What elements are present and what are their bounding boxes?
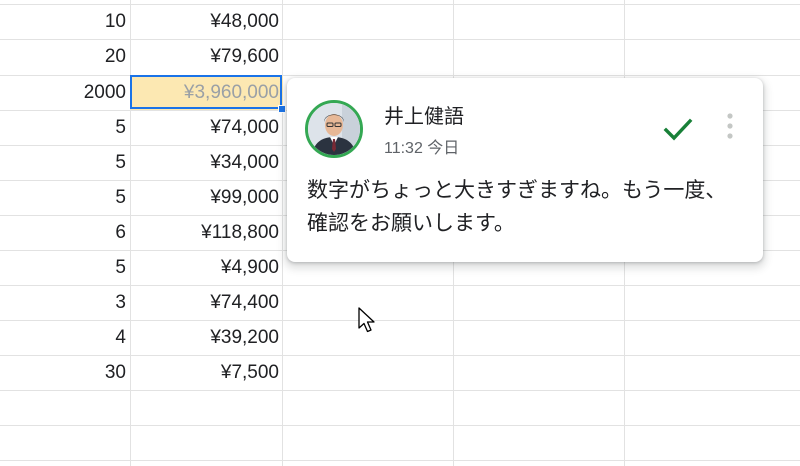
quantity-cell[interactable]: 10: [0, 4, 131, 39]
commented-amount-cell[interactable]: ¥3,960,000: [131, 76, 283, 110]
amount-cell[interactable]: ¥74,000: [131, 110, 283, 145]
avatar: [305, 100, 363, 158]
amount-cell[interactable]: ¥7,500: [131, 355, 283, 390]
fill-handle[interactable]: [278, 105, 286, 113]
quantity-cell[interactable]: 20: [0, 39, 131, 74]
comment-card[interactable]: 井上健語 11:32 今日 数字がちょっと大きすぎますね。もう一度、確認をお願い…: [287, 78, 763, 262]
comment-author: 井上健語: [384, 106, 464, 128]
amount-cell[interactable]: ¥79,600: [131, 39, 283, 74]
amount-cell[interactable]: ¥118,800: [131, 215, 283, 250]
resolve-button[interactable]: [657, 108, 699, 150]
comment-text: 数字がちょっと大きすぎますね。もう一度、確認をお願いします。: [307, 179, 727, 235]
amount-cell[interactable]: ¥34,000: [131, 145, 283, 180]
quantity-cell[interactable]: 5: [0, 250, 131, 285]
amount-value: ¥118,800: [201, 222, 279, 243]
amount-value: ¥3,960,000: [183, 82, 279, 103]
quantity-cell[interactable]: 5: [0, 180, 131, 215]
quantity-cell[interactable]: 2000: [0, 75, 131, 110]
amount-cell[interactable]: ¥39,200: [131, 320, 283, 355]
grid-line: [0, 460, 800, 461]
quantity-cell[interactable]: 30: [0, 355, 131, 390]
more-vert-icon: [727, 113, 733, 139]
quantity-cell[interactable]: 6: [0, 215, 131, 250]
grid-line: [0, 390, 800, 391]
more-options-button[interactable]: [715, 108, 745, 150]
amount-cell[interactable]: ¥99,000: [131, 180, 283, 215]
amount-value: ¥48,000: [210, 11, 279, 32]
comment-timestamp: 11:32 今日: [384, 140, 460, 157]
amount-value: ¥7,500: [220, 362, 279, 383]
amount-value: ¥4,900: [220, 257, 279, 278]
quantity-cell[interactable]: 5: [0, 110, 131, 145]
grid-line: [0, 425, 800, 426]
amount-value: ¥74,000: [210, 117, 279, 138]
checkmark-icon: [663, 118, 693, 141]
amount-cell[interactable]: ¥4,900: [131, 250, 283, 285]
mouse-pointer-icon: [357, 306, 381, 336]
amount-value: ¥34,000: [210, 152, 279, 173]
avatar-portrait-icon: [308, 103, 360, 155]
quantity-cell[interactable]: 4: [0, 320, 131, 355]
amount-value: ¥99,000: [210, 187, 279, 208]
quantity-cell[interactable]: 5: [0, 145, 131, 180]
amount-value: ¥74,400: [210, 292, 279, 313]
quantity-cell[interactable]: 3: [0, 285, 131, 320]
amount-value: ¥79,600: [210, 46, 279, 67]
amount-cell[interactable]: ¥74,400: [131, 285, 283, 320]
amount-value: ¥39,200: [210, 327, 279, 348]
amount-cell[interactable]: ¥48,000: [131, 4, 283, 39]
